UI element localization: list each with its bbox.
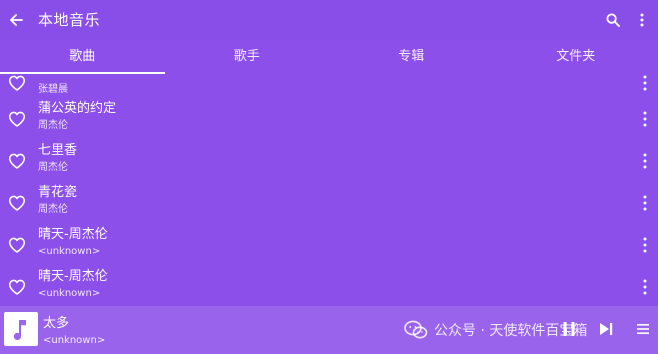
song-title: 晴天-周杰伦 <box>38 227 108 242</box>
mini-player[interactable]: 太多 <unknown> 公众号 · 天使软件百宝箱 <box>0 306 658 354</box>
arrow-left-icon <box>10 14 23 26</box>
tab-folders[interactable]: 文件夹 <box>494 44 658 74</box>
search-button[interactable] <box>602 9 624 31</box>
list-item[interactable]: 蒲公英的约定 周杰伦 <box>0 98 658 140</box>
more-vertical-icon[interactable] <box>641 109 649 129</box>
heart-icon[interactable] <box>8 195 26 211</box>
song-artist: <unknown> <box>38 288 101 299</box>
more-vertical-icon <box>640 13 644 27</box>
song-title: 青花瓷 <box>38 185 78 200</box>
list-item[interactable]: 七里香 周杰伦 <box>0 140 658 182</box>
more-vertical-icon[interactable] <box>641 74 649 93</box>
tab-albums[interactable]: 专辑 <box>329 44 494 74</box>
more-vertical-icon[interactable] <box>641 277 649 297</box>
top-app-bar: 本地音乐 <box>0 0 658 40</box>
album-art[interactable] <box>4 312 38 346</box>
song-title: 蒲公英的约定 <box>38 101 117 116</box>
heart-icon[interactable] <box>8 279 26 295</box>
overflow-menu-button[interactable] <box>634 9 650 31</box>
song-artist: 周杰伦 <box>38 120 68 131</box>
heart-icon[interactable] <box>8 75 26 91</box>
song-artist: <unknown> <box>38 246 101 257</box>
list-item[interactable]: 晴天-周杰伦 <unknown> <box>0 266 658 306</box>
song-artist: 周杰伦 <box>38 204 68 215</box>
more-vertical-icon[interactable] <box>641 235 649 255</box>
song-artist: 周杰伦 <box>38 162 68 173</box>
tab-artists[interactable]: 歌手 <box>165 44 330 74</box>
skip-next-icon[interactable] <box>598 321 614 337</box>
song-artist: 张碧晨 <box>38 84 68 95</box>
song-title: 七里香 <box>38 143 78 158</box>
wechat-icon <box>404 320 428 339</box>
music-note-icon <box>13 320 26 340</box>
search-icon <box>606 13 620 27</box>
tab-songs[interactable]: 歌曲 <box>0 44 165 74</box>
list-item[interactable]: 晴天-周杰伦 <unknown> <box>0 224 658 266</box>
watermark: 公众号 · 天使软件百宝箱 <box>404 320 587 340</box>
song-title: 晴天-周杰伦 <box>38 269 108 284</box>
tab-bar: 歌曲 歌手 专辑 文件夹 <box>0 44 658 74</box>
music-app: 本地音乐 歌曲 歌手 专辑 文件夹 张碧晨 蒲公英的约定 周杰伦 七里香 周杰伦… <box>0 0 658 354</box>
more-vertical-icon[interactable] <box>641 151 649 171</box>
back-button[interactable] <box>6 8 26 32</box>
heart-icon[interactable] <box>8 111 26 127</box>
now-playing-artist: <unknown> <box>43 335 106 346</box>
more-vertical-icon[interactable] <box>641 193 649 213</box>
playlist-icon[interactable] <box>636 322 650 336</box>
song-list: 张碧晨 蒲公英的约定 周杰伦 七里香 周杰伦 青花瓷 周杰伦 晴天-周杰伦 <u… <box>0 74 658 306</box>
pause-icon[interactable] <box>562 321 576 337</box>
heart-icon[interactable] <box>8 153 26 169</box>
list-item[interactable]: 青花瓷 周杰伦 <box>0 182 658 224</box>
now-playing-title: 太多 <box>43 316 70 331</box>
page-title: 本地音乐 <box>38 11 101 29</box>
heart-icon[interactable] <box>8 237 26 253</box>
